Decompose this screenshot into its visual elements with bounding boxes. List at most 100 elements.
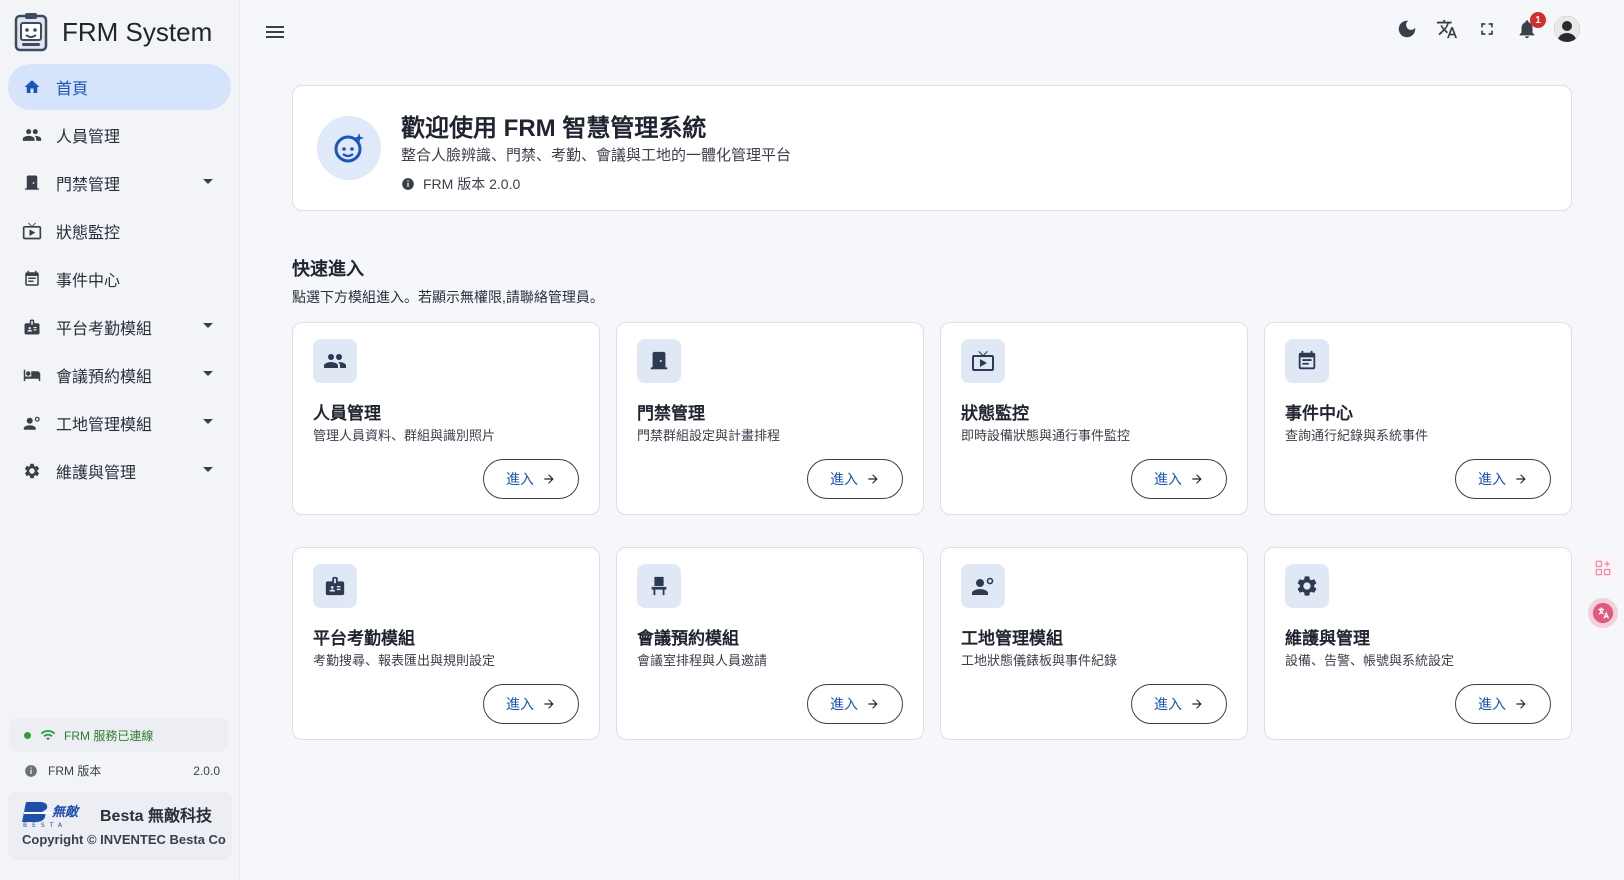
caret-down-icon <box>203 371 213 376</box>
translate-float-button[interactable] <box>1588 598 1618 628</box>
sidebar-nav: 首頁 人員管理 門禁管理 狀態監控 事件中心 平台考勤模組 會議預約模組 工地管… <box>0 64 239 494</box>
sidebar-item-meeting[interactable]: 會議預約模組 <box>8 352 231 398</box>
caret-down-icon <box>203 179 213 184</box>
arrow-right-icon <box>868 474 878 484</box>
sidebar-item-people[interactable]: 人員管理 <box>8 112 231 158</box>
door-icon <box>637 339 681 383</box>
enter-button[interactable]: 進入 <box>807 684 903 724</box>
welcome-subtitle: 整合人臉辨識、門禁、考勤、會議與工地的一體化管理平台 <box>401 147 792 164</box>
version-label: FRM 版本 <box>48 764 102 778</box>
sidebar-item-label: 首頁 <box>56 81 89 98</box>
monitor-icon <box>22 221 42 241</box>
apps-float-button[interactable] <box>1588 553 1618 583</box>
card-title: 會議預約模組 <box>637 629 739 648</box>
module-card-attendance: 平台考勤模組 考勤搜尋、報表匯出與規則設定 進入 <box>292 547 600 740</box>
enter-button[interactable]: 進入 <box>807 459 903 499</box>
welcome-title: 歡迎使用 FRM 智慧管理系統 <box>401 115 707 142</box>
enter-button[interactable]: 進入 <box>1131 459 1227 499</box>
card-title: 事件中心 <box>1285 404 1353 423</box>
arrow-right-icon <box>544 699 554 709</box>
enter-button[interactable]: 進入 <box>483 459 579 499</box>
sidebar-item-label: 平台考勤模組 <box>56 321 153 338</box>
card-description: 查詢通行紀錄與系統事件 <box>1285 428 1429 443</box>
event-icon <box>1285 339 1329 383</box>
card-description: 考勤搜尋、報表匯出與規則設定 <box>313 653 496 668</box>
badge-icon <box>313 564 357 608</box>
translate-icon <box>1592 602 1614 624</box>
enter-label: 進入 <box>830 471 858 487</box>
card-description: 工地狀態儀錶板與事件紀錄 <box>961 653 1118 668</box>
svg-text:無敵: 無敵 <box>51 804 80 820</box>
sidebar-item-monitor[interactable]: 狀態監控 <box>8 208 231 254</box>
card-title: 維護與管理 <box>1285 629 1370 648</box>
welcome-version-text: FRM 版本 2.0.0 <box>423 176 521 192</box>
language-button[interactable] <box>1434 16 1460 42</box>
version-value: 2.0.0 <box>193 763 220 778</box>
home-icon <box>22 77 42 97</box>
brand[interactable]: FRM System <box>0 0 239 64</box>
hamburger-icon <box>266 26 284 38</box>
enter-label: 進入 <box>506 696 534 712</box>
card-description: 會議室排程與人員邀請 <box>637 653 768 668</box>
event-icon <box>22 269 42 289</box>
caret-down-icon <box>203 323 213 328</box>
sidebar-item-label: 事件中心 <box>56 273 121 290</box>
enter-label: 進入 <box>1478 696 1506 712</box>
card-description: 設備、告警、帳號與系統設定 <box>1285 653 1455 668</box>
sidebar-item-maintenance[interactable]: 維護與管理 <box>8 448 231 494</box>
menu-toggle-button[interactable] <box>264 22 286 42</box>
apps-add-icon <box>1595 560 1611 576</box>
arrow-right-icon <box>1516 699 1526 709</box>
enter-label: 進入 <box>506 471 534 487</box>
sidebar-item-site[interactable]: 工地管理模組 <box>8 400 231 446</box>
chair-icon <box>637 564 681 608</box>
besta-logo-icon: 無敵 BESTA <box>22 802 80 828</box>
enter-button[interactable]: 進入 <box>1455 459 1551 499</box>
info-icon <box>402 178 414 190</box>
module-card-maintenance: 維護與管理 設備、告警、帳號與系統設定 進入 <box>1264 547 1572 740</box>
notifications-button[interactable]: 1 <box>1514 12 1546 42</box>
translate-icon <box>1436 19 1458 39</box>
quick-access-title: 快速進入 <box>292 259 364 279</box>
module-card-access: 門禁管理 門禁群組設定與計畫排程 進入 <box>616 322 924 515</box>
fullscreen-icon <box>1481 23 1493 35</box>
copyright-text: Copyright © INVENTEC Besta Co <box>22 832 226 847</box>
sidebar-item-events[interactable]: 事件中心 <box>8 256 231 302</box>
wifi-icon <box>40 729 56 741</box>
arrow-right-icon <box>544 474 554 484</box>
module-card-monitor: 狀態監控 即時設備狀態與通行事件監控 進入 <box>940 322 1248 515</box>
card-title: 平台考勤模組 <box>313 629 415 648</box>
notification-badge: 1 <box>1530 12 1546 28</box>
info-icon <box>25 764 37 777</box>
sidebar-version: FRM 版本 2.0.0 <box>24 762 220 779</box>
module-card-events: 事件中心 查詢通行紀錄與系統事件 進入 <box>1264 322 1572 515</box>
worker-icon <box>22 413 42 433</box>
service-status-text: FRM 服務已連線 <box>64 728 154 743</box>
enter-label: 進入 <box>1154 696 1182 712</box>
sidebar-item-attendance[interactable]: 平台考勤模組 <box>8 304 231 350</box>
welcome-version: FRM 版本 2.0.0 <box>401 174 520 194</box>
dark-mode-button[interactable] <box>1394 16 1420 42</box>
sidebar-item-home[interactable]: 首頁 <box>8 64 231 110</box>
module-card-people: 人員管理 管理人員資料、群組與識別照片 進入 <box>292 322 600 515</box>
enter-button[interactable]: 進入 <box>1455 684 1551 724</box>
company-block: 無敵 BESTA Besta 無敵科技 Copyright © INVENTEC… <box>8 792 232 860</box>
avatar <box>1554 16 1580 42</box>
sidebar-item-access[interactable]: 門禁管理 <box>8 160 231 206</box>
sidebar-item-label: 維護與管理 <box>56 465 137 482</box>
status-dot <box>24 731 31 739</box>
fullscreen-button[interactable] <box>1474 16 1500 42</box>
card-description: 管理人員資料、群組與識別照片 <box>313 428 496 443</box>
chair-icon <box>22 365 42 385</box>
user-menu-button[interactable] <box>1554 16 1580 42</box>
enter-label: 進入 <box>1154 471 1182 487</box>
sidebar-item-label: 門禁管理 <box>56 177 121 194</box>
monitor-icon <box>961 339 1005 383</box>
enter-button[interactable]: 進入 <box>1131 684 1227 724</box>
sidebar-item-label: 人員管理 <box>56 129 121 146</box>
people-icon <box>313 339 357 383</box>
sidebar-item-label: 會議預約模組 <box>56 369 153 386</box>
enter-button[interactable]: 進入 <box>483 684 579 724</box>
user-avatar-icon <box>1554 16 1580 42</box>
module-card-site: 工地管理模組 工地狀態儀錶板與事件紀錄 進入 <box>940 547 1248 740</box>
